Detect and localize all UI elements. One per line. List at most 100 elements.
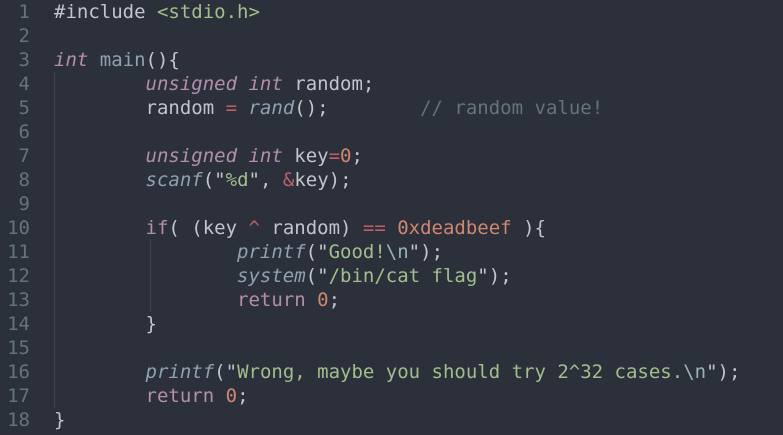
code-token: ^ (248, 217, 260, 239)
code-line[interactable]: return 0; (54, 384, 249, 408)
code-token: \n (683, 361, 707, 383)
code-token: ( (202, 169, 215, 191)
code-token: random (54, 97, 226, 119)
code-token: printf (145, 361, 215, 383)
code-token: rand (248, 97, 295, 119)
code-token: ( (305, 241, 318, 263)
code-line[interactable]: int main(){ (54, 48, 180, 72)
code-line[interactable]: printf("Good!\n"); (54, 240, 443, 264)
code-token: key (282, 145, 329, 167)
code-token: ; (351, 145, 363, 167)
code-token: main (99, 49, 146, 71)
line-number: 8 (18, 169, 30, 191)
code-line[interactable]: scanf("%d", &key); (54, 168, 352, 192)
code-token: \n (385, 241, 409, 263)
code-token: = (225, 97, 238, 119)
code-token: " (317, 265, 329, 287)
code-token: " (225, 361, 238, 383)
line-number: 4 (18, 73, 30, 95)
line-number: 10 (7, 217, 30, 239)
code-token: unsigned (145, 73, 238, 95)
code-token: 0 (225, 385, 238, 407)
code-token: if (145, 217, 169, 239)
code-token: ; (237, 385, 249, 407)
code-area[interactable]: #include <stdio.h> int main(){ unsigned i… (54, 0, 783, 435)
code-token: (){ (145, 49, 180, 71)
code-line[interactable]: return 0; (54, 288, 340, 312)
code-line[interactable]: printf("Wrong, maybe you should try 2^32… (54, 360, 741, 384)
code-line[interactable]: } (54, 408, 65, 432)
code-token: ( (214, 361, 226, 383)
code-line[interactable]: unsigned int key=0; (54, 144, 363, 168)
code-token: 0 (317, 289, 329, 311)
code-token: Wrong, maybe you should try 2^32 cases. (237, 361, 684, 383)
code-token: %d (225, 169, 249, 191)
code-token: } (54, 409, 66, 431)
code-token: " (248, 169, 260, 191)
code-token: random; (282, 73, 375, 95)
line-number: 1 (18, 1, 30, 23)
code-line[interactable]: random = rand(); // random value! (54, 96, 604, 120)
code-token: " (214, 169, 226, 191)
code-token: key); (294, 169, 352, 191)
line-number: 16 (7, 361, 30, 383)
code-token: int (54, 49, 89, 71)
code-line[interactable]: } (54, 312, 157, 336)
code-token: " (408, 241, 421, 263)
code-token: ); (420, 241, 444, 263)
code-token: } (54, 313, 157, 335)
code-token: int (248, 73, 283, 95)
code-token: unsigned (145, 145, 238, 167)
line-number: 5 (18, 97, 30, 119)
code-token: 0 (340, 145, 352, 167)
code-token: (); (294, 97, 329, 119)
code-token: " (706, 361, 718, 383)
line-number: 14 (7, 313, 30, 335)
code-line[interactable]: unsigned int random; (54, 72, 375, 96)
code-token: return (237, 289, 306, 311)
code-token: == (362, 217, 386, 239)
code-editor[interactable]: 1 2 3 4 5 6 7 8 9 10 11 12 13 14 15 16 17 18 #include <st… (0, 0, 783, 435)
line-number: 17 (7, 385, 30, 407)
code-token: scanf (145, 169, 203, 191)
code-line[interactable]: system("/bin/cat flag"); (54, 264, 512, 288)
code-token: ( (key (168, 217, 249, 239)
code-token: & (282, 169, 295, 191)
code-line[interactable]: #include <stdio.h> (54, 0, 260, 24)
code-token: ); (717, 361, 741, 383)
line-number: 2 (18, 25, 30, 47)
code-token: " (317, 241, 329, 263)
code-token: ; (328, 289, 341, 311)
line-number: 13 (7, 289, 30, 311)
line-number: 6 (18, 121, 30, 143)
line-number: 11 (7, 241, 30, 263)
code-line[interactable]: if( (key ^ random) == 0xdeadbeef ){ (54, 216, 546, 240)
code-token: /bin/cat flag (328, 265, 478, 287)
code-token: system (237, 265, 306, 287)
code-token: // random value! (420, 97, 604, 119)
code-token: " (477, 265, 489, 287)
code-token: ( (305, 265, 318, 287)
line-number: 18 (7, 409, 30, 431)
code-token: return (145, 385, 215, 407)
code-token: int (248, 145, 283, 167)
code-token: 0xdeadbeef (397, 217, 512, 239)
line-number: 7 (18, 145, 30, 167)
code-token: Good! (328, 241, 386, 263)
line-number: 3 (18, 49, 30, 71)
